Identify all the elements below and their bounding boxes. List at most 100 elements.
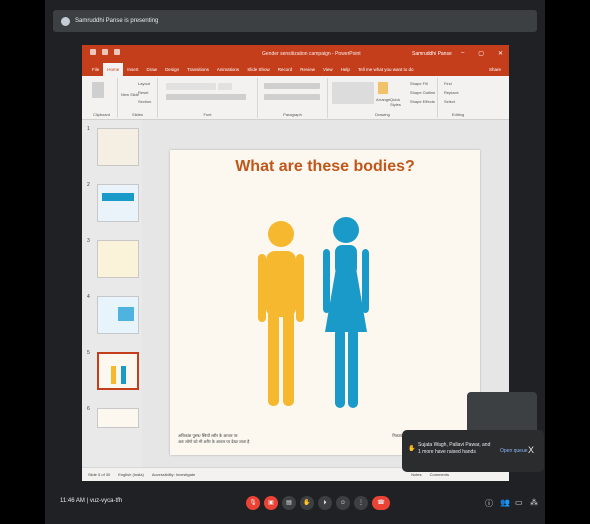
slide-count: Slide 5 of 30 xyxy=(88,472,111,477)
tab-design[interactable]: Design xyxy=(161,63,183,76)
tab-file[interactable]: File xyxy=(88,63,103,76)
thumb-number: 2 xyxy=(87,182,90,188)
slide-thumbnail-1[interactable] xyxy=(97,128,139,166)
thumb-number: 1 xyxy=(87,126,90,132)
people-icon[interactable]: 👥 xyxy=(500,498,510,507)
tab-slide-show[interactable]: Slide Show xyxy=(243,63,274,76)
slide-thumbnail-4[interactable] xyxy=(97,296,139,334)
meet-window: Samruddhi Panse is presenting Gender sen… xyxy=(45,0,545,524)
reactions-button[interactable]: ☺ xyxy=(336,496,350,510)
find-button[interactable]: Find xyxy=(444,81,452,86)
arrange-button[interactable]: Arrange xyxy=(376,97,390,102)
quick-styles-button[interactable]: Quick Styles xyxy=(390,97,408,107)
shapes-gallery[interactable] xyxy=(332,82,374,104)
list-buttons[interactable] xyxy=(264,83,320,89)
new-slide-button[interactable]: New Slide xyxy=(121,92,139,97)
group-font: Font xyxy=(158,78,258,118)
select-button[interactable]: Select xyxy=(444,99,455,104)
thumb-number: 3 xyxy=(87,238,90,244)
thumb-figure-female xyxy=(121,366,126,384)
undo-icon[interactable] xyxy=(102,49,108,55)
tab-record[interactable]: Record xyxy=(274,63,297,76)
tab-help[interactable]: Help xyxy=(337,63,354,76)
leave-call-button[interactable]: ☎ xyxy=(372,496,390,510)
camera-off-button[interactable]: ▣ xyxy=(264,496,278,510)
tell-me-search[interactable]: Tell me what you want to do xyxy=(354,63,418,76)
minimize-icon[interactable]: – xyxy=(461,50,464,57)
section-button[interactable]: Section xyxy=(138,99,151,104)
group-paragraph: Paragraph xyxy=(258,78,328,118)
slide-thumbnails-pane: 1 2 3 4 5 6 xyxy=(82,120,142,467)
raise-hand-button[interactable]: ✋ xyxy=(300,496,314,510)
chat-icon[interactable]: ▭ xyxy=(515,498,523,507)
accessibility-status[interactable]: Accessibility: Investigate xyxy=(152,472,195,477)
hand-icon: ✋ xyxy=(408,446,416,452)
save-icon[interactable] xyxy=(90,49,96,55)
tab-view[interactable]: View xyxy=(319,63,337,76)
replace-button[interactable]: Replace xyxy=(444,90,459,95)
tab-review[interactable]: Review xyxy=(296,63,319,76)
tab-transitions[interactable]: Transitions xyxy=(183,63,213,76)
thumb-figure-male xyxy=(111,366,116,384)
info-icon[interactable]: ⓘ xyxy=(485,498,493,509)
meeting-info: 11:46 AM | vuz-vyca-tfh xyxy=(60,498,123,504)
present-button[interactable]: ⏵ xyxy=(318,496,332,510)
mic-off-button[interactable]: 🎙 xyxy=(246,496,260,510)
open-queue-button[interactable]: Open queue xyxy=(500,448,528,454)
font-size-select[interactable] xyxy=(218,83,232,90)
share-button[interactable]: Share xyxy=(489,67,501,72)
shape-fill-button[interactable]: Shape Fill xyxy=(410,81,428,86)
document-title: Gender sensitization campaign - PowerPoi… xyxy=(262,51,361,57)
reset-button[interactable]: Reset xyxy=(138,90,148,95)
home-ribbon: Clipboard New Slide Layout Reset Section… xyxy=(82,76,509,120)
notes-button[interactable]: Notes xyxy=(411,472,421,477)
group-clipboard: Clipboard xyxy=(86,78,118,118)
paste-icon[interactable] xyxy=(92,82,104,98)
language-status[interactable]: English (India) xyxy=(118,472,144,477)
layout-button[interactable]: Layout xyxy=(138,81,150,86)
tab-home[interactable]: Home xyxy=(103,63,124,76)
group-slides: New Slide Layout Reset Section Slides xyxy=(118,78,158,118)
meeting-time: 11:46 AM xyxy=(60,498,85,504)
slide-thumbnail-3[interactable] xyxy=(97,240,139,278)
thumb-image xyxy=(118,307,134,321)
slide-editor: What are these bodies? अधिकांश पुरुष/ स्… xyxy=(142,120,509,467)
tab-insert[interactable]: Insert xyxy=(123,63,142,76)
font-format-buttons[interactable] xyxy=(166,94,246,100)
ribbon-tabs: File Home Insert Draw Design Transitions… xyxy=(82,63,509,76)
shared-powerpoint-window: Gender sensitization campaign - PowerPoi… xyxy=(82,45,509,481)
female-figure xyxy=(323,217,369,408)
align-buttons[interactable] xyxy=(264,94,320,100)
tab-draw[interactable]: Draw xyxy=(143,63,162,76)
shape-outline-button[interactable]: Shape Outline xyxy=(410,90,435,95)
more-options-button[interactable]: ⋮ xyxy=(354,496,368,510)
thumb-number: 5 xyxy=(87,350,90,356)
thumb-number: 4 xyxy=(87,294,90,300)
meeting-controls-bar: 11:46 AM | vuz-vyca-tfh 🎙 ▣ ▤ ✋ ⏵ ☺ ⋮ ☎ … xyxy=(45,486,545,524)
redo-icon[interactable] xyxy=(114,49,120,55)
presenter-label: Samruddhi Panse is presenting xyxy=(75,18,159,24)
presenter-banner: Samruddhi Panse is presenting xyxy=(53,10,537,32)
thumb-number: 6 xyxy=(87,406,90,412)
slide-thumbnail-6[interactable] xyxy=(97,408,139,428)
tab-animations[interactable]: Animations xyxy=(213,63,243,76)
group-drawing: Arrange Quick Styles Shape Fill Shape Ou… xyxy=(328,78,438,118)
arrange-icon[interactable] xyxy=(378,82,388,94)
restore-icon[interactable]: ▢ xyxy=(478,50,484,57)
font-family-select[interactable] xyxy=(166,83,216,90)
close-toast-button[interactable]: X xyxy=(528,445,534,455)
toast-message: Sujata Wagh, Pallavi Pawar, and 1 more h… xyxy=(418,442,491,455)
current-slide[interactable]: What are these bodies? अधिकांश पुरुष/ स्… xyxy=(170,150,480,455)
captions-button[interactable]: ▤ xyxy=(282,496,296,510)
quick-access-toolbar xyxy=(90,49,120,55)
thumb-banner xyxy=(102,193,134,201)
ppt-titlebar: Gender sensitization campaign - PowerPoi… xyxy=(82,45,509,63)
presenter-avatar xyxy=(61,16,70,26)
slide-thumbnail-2[interactable] xyxy=(97,184,139,222)
comments-button[interactable]: Comments xyxy=(430,472,449,477)
shape-effects-button[interactable]: Shape Effects xyxy=(410,99,435,104)
slide-thumbnail-5[interactable] xyxy=(97,352,139,390)
close-icon[interactable]: ✕ xyxy=(498,50,503,57)
activities-icon[interactable]: ⁂ xyxy=(530,498,538,507)
slide-hindi-note: निकाय xyxy=(392,433,402,438)
